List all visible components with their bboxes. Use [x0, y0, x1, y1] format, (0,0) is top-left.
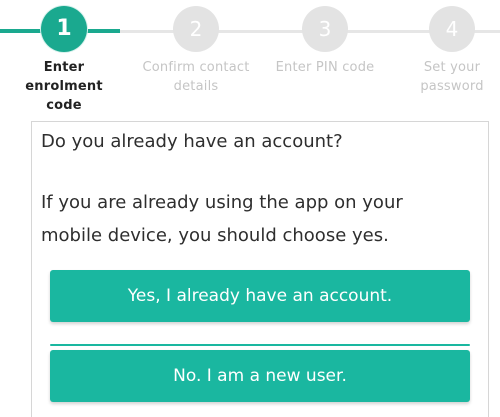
- step-enter-pin-code: 3 Enter PIN code: [261, 6, 389, 77]
- step-number-1: 1: [41, 6, 87, 52]
- step-label-2: Confirm contact details: [142, 60, 250, 94]
- account-explanation: If you are already using the app on your…: [41, 192, 403, 246]
- account-question: Do you already have an account?: [41, 131, 343, 152]
- step-confirm-contact-details: 2 Confirm contact details: [132, 6, 260, 96]
- step-number-2: 2: [173, 6, 219, 52]
- step-number-4: 4: [429, 6, 475, 52]
- step-label-1: Enter enrolment code: [25, 60, 103, 113]
- account-question-card: Do you already have an account? If you a…: [31, 121, 489, 417]
- step-number-3: 3: [302, 6, 348, 52]
- step-set-your-password: 4 Set your password: [388, 6, 500, 96]
- new-user-button[interactable]: No. I am a new user.: [50, 350, 470, 402]
- existing-account-button[interactable]: Yes, I already have an account.: [50, 270, 470, 322]
- step-label-3: Enter PIN code: [275, 60, 375, 75]
- progress-stepper: 1 Enter enrolment code 2 Confirm contact…: [0, 0, 500, 118]
- button-divider: [50, 344, 470, 346]
- step-label-4: Set your password: [420, 60, 484, 94]
- step-enter-enrolment-code: 1 Enter enrolment code: [0, 6, 128, 115]
